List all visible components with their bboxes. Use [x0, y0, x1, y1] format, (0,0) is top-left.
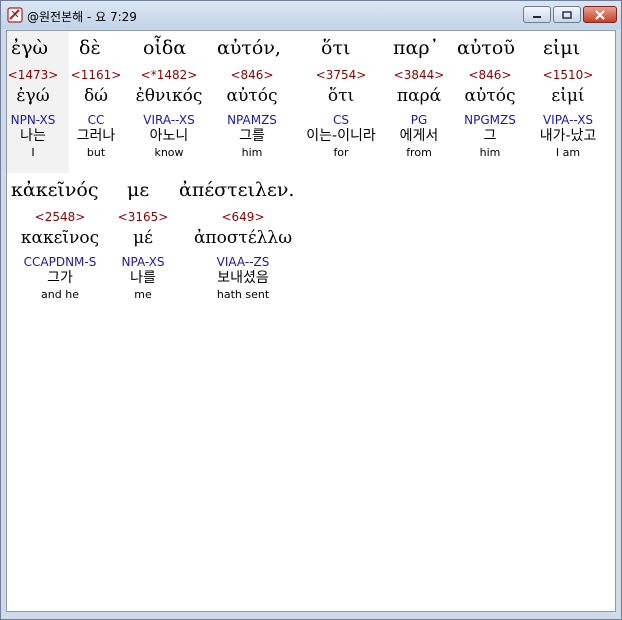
word-block[interactable]: ἀπέστειλεν. <649> ἀποστέλλω VIAA--ZS 보내셨… — [175, 175, 311, 302]
korean-gloss: 아노니 — [149, 128, 189, 144]
greek-word: αὐτόν, — [217, 37, 281, 59]
morphology-code: CS — [333, 113, 349, 127]
korean-gloss: 이는-이니라 — [306, 128, 376, 144]
english-gloss: him — [479, 146, 501, 159]
title-bar[interactable]: @원전본해 - 요 7:29 — [1, 1, 621, 29]
word-block[interactable]: με <3165> μέ NPA-XS 나를 me — [115, 175, 171, 302]
strong-number[interactable]: <3165> — [115, 210, 171, 225]
korean-gloss: 에게서 — [399, 128, 439, 144]
english-gloss: know — [154, 146, 184, 159]
lemma: εἰμί — [551, 86, 585, 106]
korean-gloss: 나를 — [130, 270, 156, 286]
lemma: αὐτός — [464, 86, 516, 106]
lemma: αὐτός — [226, 86, 278, 106]
lemma: ἐγώ — [16, 86, 50, 106]
greek-word: δὲ — [79, 37, 101, 59]
strong-number[interactable]: <3754> — [297, 68, 385, 83]
morphology-code: NPA-XS — [121, 255, 165, 269]
english-gloss: me — [134, 288, 152, 301]
strong-number[interactable]: <1510> — [529, 68, 607, 83]
strong-number[interactable]: <649> — [175, 210, 311, 225]
morphology-code: VIAA--ZS — [216, 255, 270, 269]
morphology-code: VIRA--XS — [143, 113, 195, 127]
greek-word: παρ᾽ — [393, 37, 439, 59]
word-block[interactable]: εἰμι <1510> εἰμί VIPA--XS 내가-났고 I am — [529, 33, 607, 160]
word-block[interactable]: κἀκεῖνός <2548> κακεῖνος CCAPDNM-S 그가 an… — [7, 175, 113, 302]
minimize-icon — [533, 15, 541, 18]
english-gloss: but — [86, 146, 106, 159]
close-icon — [595, 9, 605, 20]
strong-number[interactable]: <2548> — [7, 210, 113, 225]
korean-gloss: 그러나 — [76, 128, 116, 144]
word-block[interactable]: αὐτοῦ <846> αὐτός NPGMZS 그 him — [453, 33, 527, 160]
greek-word: ἀπέστειλεν. — [179, 179, 295, 201]
korean-gloss: 그가 — [47, 270, 73, 286]
morphology-code: PG — [410, 113, 428, 127]
interlinear-view[interactable]: ἐγὼ <1473> ἐγώ NPN-XS 나는 I δὲ <1161> δώ … — [6, 30, 616, 612]
lemma: ἀποστέλλω — [193, 228, 293, 248]
english-gloss: I — [31, 146, 35, 159]
english-gloss: hath sent — [216, 288, 270, 301]
lemma: μέ — [133, 228, 153, 248]
korean-gloss: 보내셨음 — [217, 270, 269, 286]
english-gloss: from — [406, 146, 432, 159]
english-gloss: I am — [555, 146, 581, 159]
window-title: @원전본해 - 요 7:29 — [27, 10, 137, 24]
word-block[interactable]: δὲ <1161> δώ CC 그러나 but — [67, 33, 125, 160]
greek-word: ὅτι — [321, 37, 351, 59]
morphology-code: VIPA--XS — [542, 113, 594, 127]
word-block[interactable]: ἐγὼ <1473> ἐγώ NPN-XS 나는 I — [7, 33, 59, 160]
lemma: ὅτι — [327, 86, 355, 106]
greek-word: κἀκεῖνός — [11, 179, 99, 201]
strong-number[interactable]: <1473> — [7, 68, 59, 83]
english-gloss: him — [241, 146, 263, 159]
word-block[interactable]: ὅτι <3754> ὅτι CS 이는-이니라 for — [297, 33, 385, 160]
word-block[interactable]: οἶδα <*1482> ἐθνικός VIRA--XS 아노니 know — [127, 33, 211, 160]
lemma: δώ — [83, 86, 109, 106]
lemma: παρά — [396, 86, 442, 106]
morphology-code: CCAPDNM-S — [23, 255, 97, 269]
greek-word: οἶδα — [143, 37, 187, 59]
greek-word: ἐγὼ — [11, 37, 49, 59]
word-block[interactable]: παρ᾽ <3844> παρά PG 에게서 from — [387, 33, 451, 160]
strong-number[interactable]: <1161> — [67, 68, 125, 83]
english-gloss: and he — [41, 288, 79, 301]
lemma: ἐθνικός — [135, 86, 203, 106]
lemma: κακεῖνος — [20, 228, 100, 248]
morphology-code: NPAMZS — [227, 113, 277, 127]
korean-gloss: 내가-났고 — [539, 128, 597, 144]
korean-gloss: 그 — [483, 128, 497, 144]
strong-number[interactable]: <3844> — [387, 68, 451, 83]
english-gloss: for — [333, 146, 349, 159]
word-block[interactable]: αὐτόν, <846> αὐτός NPAMZS 그를 him — [211, 33, 293, 160]
morphology-code: NPGMZS — [464, 113, 516, 127]
korean-gloss: 그를 — [239, 128, 265, 144]
greek-word: εἰμι — [543, 37, 581, 59]
greek-word: αὐτοῦ — [457, 37, 515, 59]
morphology-code: NPN-XS — [10, 113, 56, 127]
morphology-code: CC — [87, 113, 105, 127]
minimize-button[interactable] — [523, 6, 551, 23]
strong-number[interactable]: <846> — [211, 68, 293, 83]
close-button[interactable] — [583, 6, 617, 23]
app-icon — [7, 7, 23, 23]
maximize-button[interactable] — [553, 6, 581, 23]
app-window: @원전본해 - 요 7:29 ἐγὼ <1473> ἐγώ NPN-XS 나는 … — [0, 0, 622, 620]
maximize-icon — [562, 10, 572, 19]
greek-word: με — [127, 179, 150, 201]
strong-number[interactable]: <*1482> — [127, 68, 211, 83]
strong-number[interactable]: <846> — [453, 68, 527, 83]
korean-gloss: 나는 — [20, 128, 46, 144]
